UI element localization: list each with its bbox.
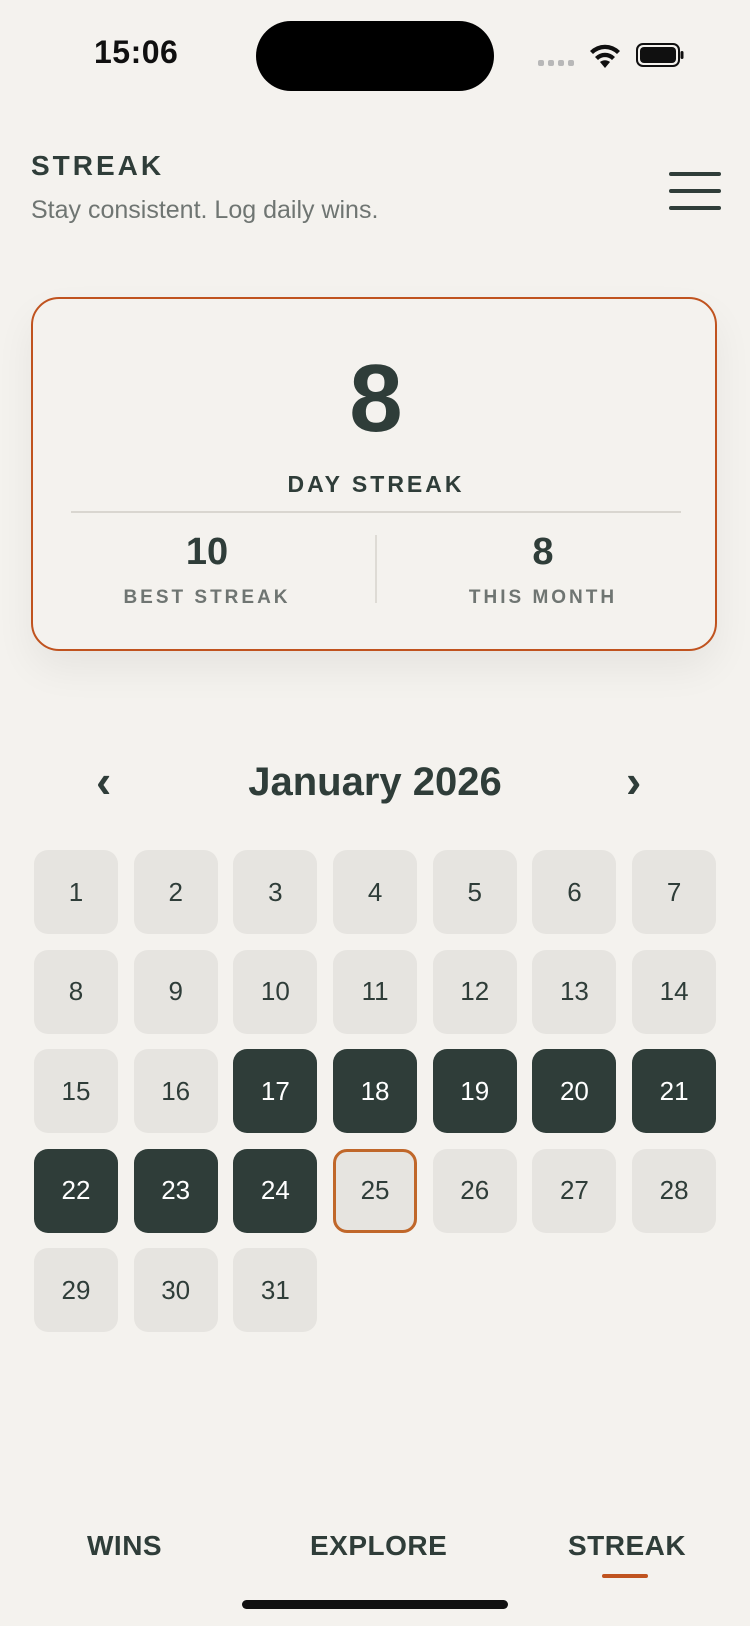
page-subtitle: Stay consistent. Log daily wins. [31,196,379,224]
battery-icon [636,43,684,67]
calendar-day[interactable]: 26 [432,1148,517,1233]
calendar-day[interactable]: 6 [532,850,617,934]
page-title: STREAK [31,150,165,181]
next-month-button[interactable]: › [626,758,641,804]
calendar-day[interactable]: 19 [432,1049,517,1133]
tab-explore[interactable]: EXPLORE [310,1530,447,1562]
calendar-day[interactable]: 22 [34,1148,118,1233]
calendar-day[interactable]: 30 [133,1248,218,1332]
active-tab-indicator [602,1574,648,1578]
calendar-day[interactable]: 31 [233,1248,318,1332]
calendar-day[interactable]: 24 [233,1148,318,1233]
calendar-day[interactable]: 18 [333,1049,418,1133]
best-streak-value: 10 [185,531,229,573]
calendar-day[interactable]: 27 [532,1148,617,1233]
streak-card: 8 DAY STREAK 10 BEST STREAK 8 THIS MONTH [31,297,717,651]
calendar-day[interactable]: 13 [532,949,617,1034]
wifi-icon [590,44,620,68]
cellular-signal-icon [538,60,574,66]
calendar-day[interactable]: 14 [632,949,717,1034]
calendar-day[interactable]: 7 [632,850,717,934]
status-time: 15:06 [94,34,179,70]
calendar-grid: 1 2 3 4 5 6 7 8 9 10 11 12 13 14 15 16 17 18 19 20 21 22 23 24 2… [34,850,717,1332]
calendar-day[interactable]: 23 [133,1148,218,1233]
calendar-day[interactable]: 9 [133,949,218,1034]
calendar-day[interactable]: 10 [233,949,318,1034]
calendar-day[interactable]: 20 [532,1049,617,1133]
calendar-day[interactable]: 2 [133,850,218,934]
menu-icon[interactable] [669,172,721,210]
current-streak-value: 8 [349,345,403,452]
stats-divider [375,535,377,603]
dynamic-island [256,21,494,91]
calendar-day[interactable]: 1 [34,850,118,934]
calendar-day[interactable]: 21 [632,1049,717,1133]
home-indicator [242,1600,508,1609]
calendar-day[interactable]: 29 [34,1248,118,1332]
calendar-day[interactable]: 25 [333,1148,418,1233]
calendar-day[interactable]: 8 [34,949,118,1034]
calendar-day[interactable]: 16 [133,1049,218,1133]
card-divider [71,511,681,513]
calendar-day[interactable]: 3 [233,850,318,934]
calendar-day[interactable]: 12 [432,949,517,1034]
best-streak-label: BEST STREAK [123,587,291,608]
this-month-value: 8 [532,531,554,573]
calendar-day[interactable]: 4 [333,850,418,934]
calendar-day[interactable]: 17 [233,1049,318,1133]
current-streak-label: DAY STREAK [287,471,465,497]
calendar-day[interactable]: 11 [333,949,418,1034]
tab-streak[interactable]: STREAK [568,1530,686,1562]
this-month-label: THIS MONTH [468,587,618,608]
tab-wins[interactable]: WINS [87,1530,162,1562]
calendar-day[interactable]: 15 [34,1049,118,1133]
calendar-day[interactable]: 28 [632,1148,717,1233]
calendar-day[interactable]: 5 [432,850,517,934]
